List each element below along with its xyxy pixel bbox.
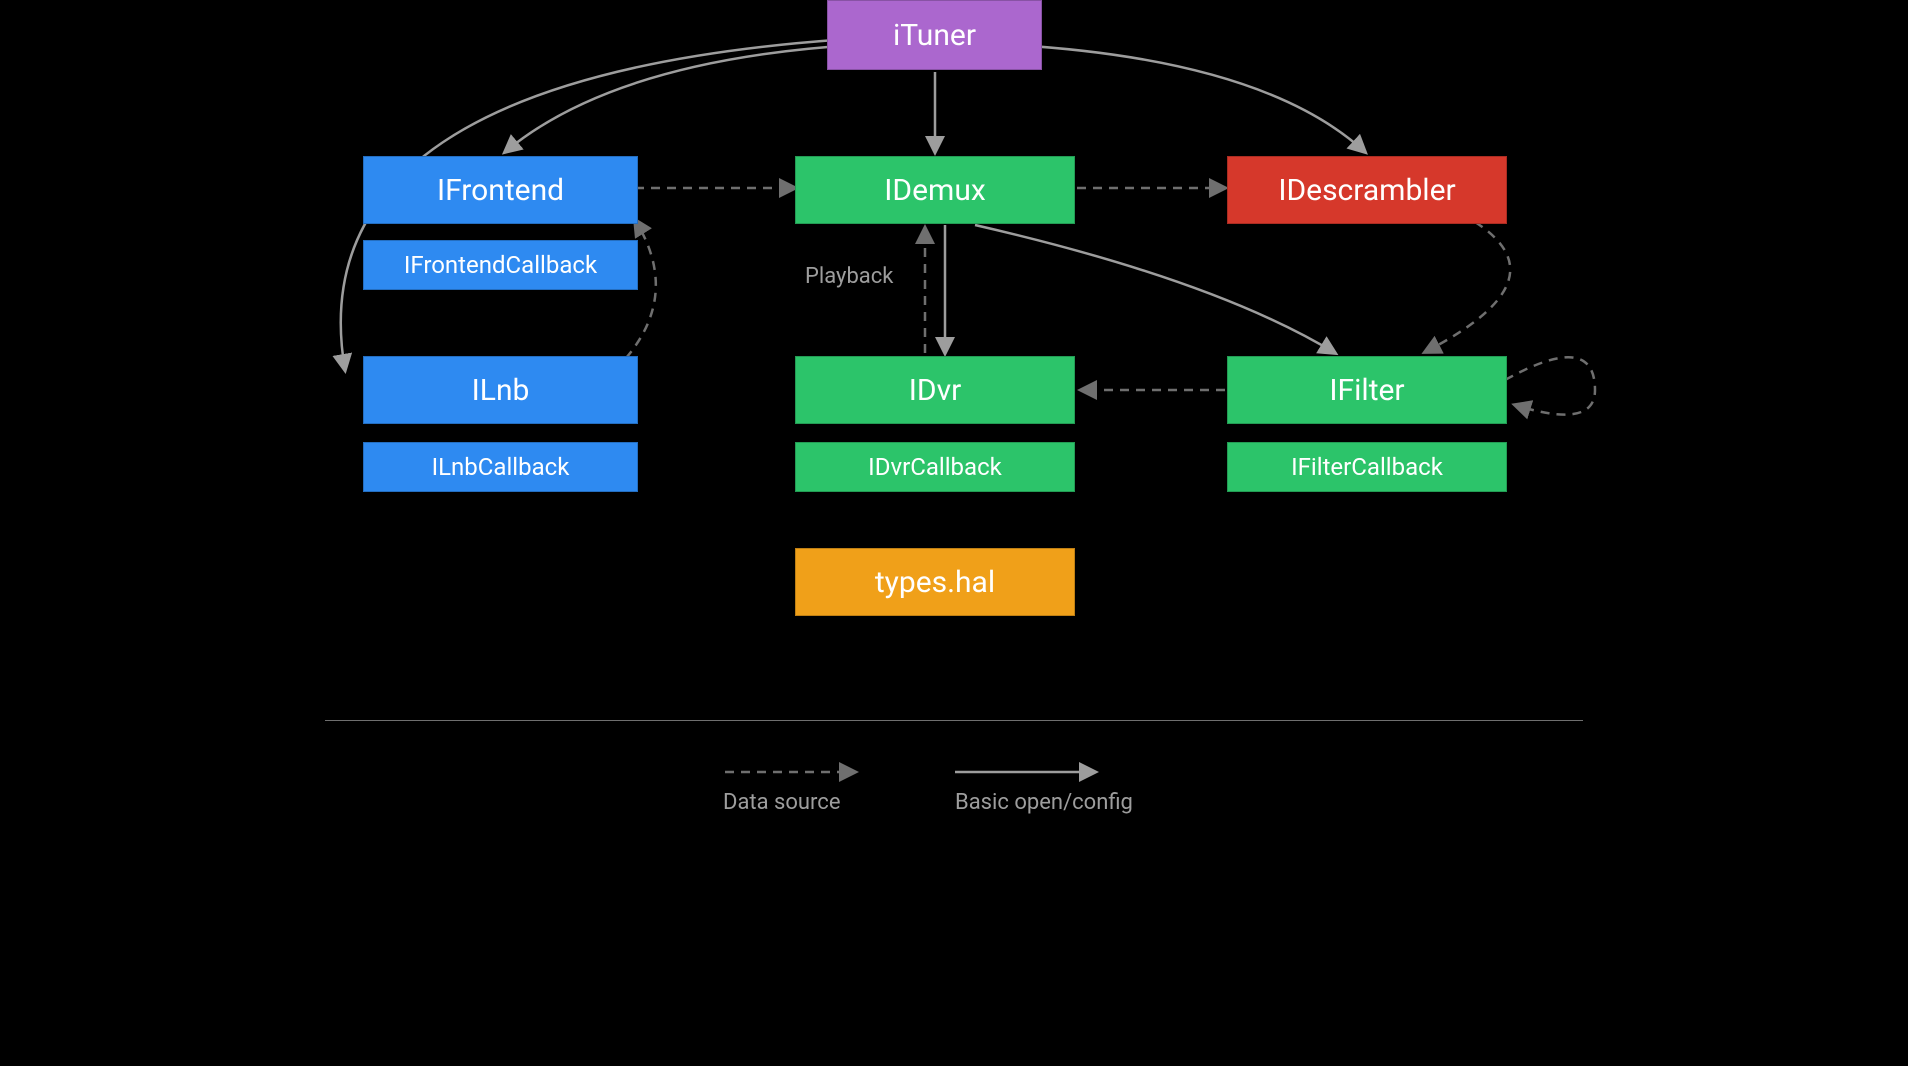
diagram-canvas: iTuner IFrontend IFrontendCallback IDemu… (215, 0, 1693, 812)
legend-basic-open: Basic open/config (955, 790, 1133, 815)
legend-data-source: Data source (723, 790, 841, 815)
node-idemux: IDemux (795, 156, 1075, 224)
node-idvr: IDvr (795, 356, 1075, 424)
node-ifilter-callback: IFilterCallback (1227, 442, 1507, 492)
node-idescrambler: IDescrambler (1227, 156, 1507, 224)
node-ilnb-callback: ILnbCallback (363, 442, 638, 492)
node-idvr-callback: IDvrCallback (795, 442, 1075, 492)
node-ituner: iTuner (827, 0, 1042, 70)
node-types-hal: types.hal (795, 548, 1075, 616)
node-ifilter: IFilter (1227, 356, 1507, 424)
label-playback: Playback (805, 264, 893, 289)
node-ifrontend: IFrontend (363, 156, 638, 224)
node-ifrontend-callback: IFrontendCallback (363, 240, 638, 290)
legend-separator (325, 720, 1583, 721)
node-ilnb: ILnb (363, 356, 638, 424)
